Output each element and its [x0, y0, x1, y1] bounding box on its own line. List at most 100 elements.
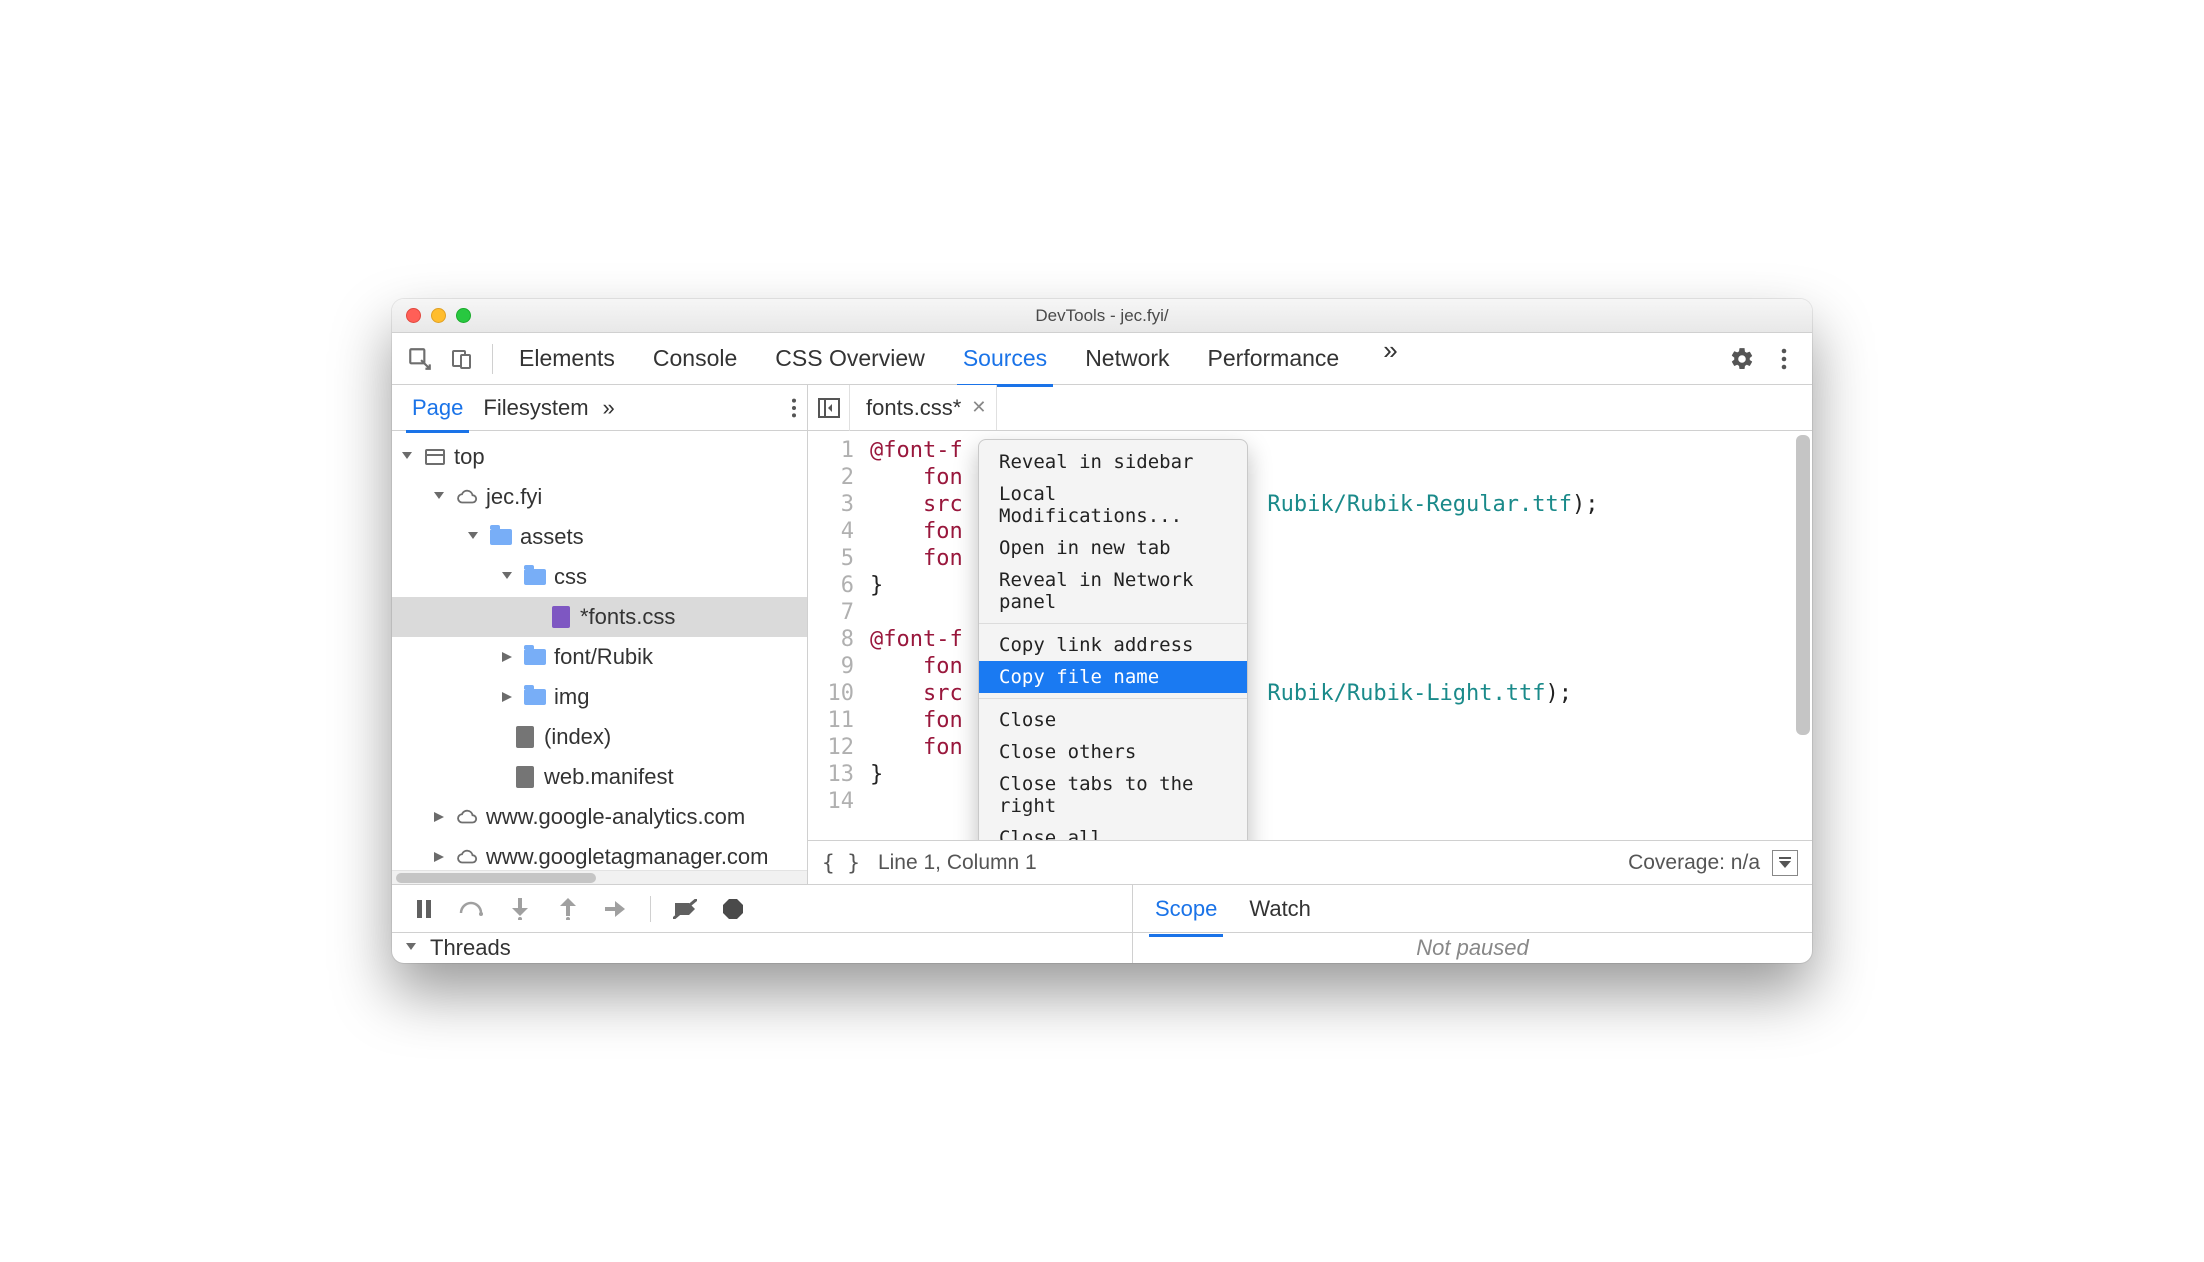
minimize-window-button[interactable]	[431, 308, 446, 323]
navigator-kebab-icon[interactable]	[791, 397, 797, 419]
settings-gear-icon[interactable]	[1724, 341, 1760, 377]
tree-label: www.googletagmanager.com	[486, 844, 769, 870]
dbg-tab-scope[interactable]: Scope	[1153, 890, 1219, 928]
coverage-toggle-button[interactable]	[1772, 850, 1798, 876]
not-paused-label: Not paused	[1416, 935, 1529, 961]
scope-content: Not paused	[1132, 933, 1812, 963]
debugger-toolbar: Scope Watch	[392, 885, 1812, 933]
cloud-icon	[456, 806, 478, 828]
main-toolbar: Elements Console CSS Overview Sources Ne…	[392, 333, 1812, 385]
cloud-icon	[456, 486, 478, 508]
tree-label: jec.fyi	[486, 484, 542, 510]
file-tab-fonts-css[interactable]: fonts.css* ✕	[850, 385, 997, 430]
navigator-sidebar: Page Filesystem » top jec.fyi	[392, 385, 808, 884]
ctx-copy-filename[interactable]: Copy file name	[979, 661, 1247, 693]
toggle-navigator-icon[interactable]	[808, 385, 850, 431]
titlebar: DevTools - jec.fyi/	[392, 299, 1812, 333]
threads-section[interactable]: Threads	[392, 933, 1132, 963]
tree-domain[interactable]: jec.fyi	[392, 477, 807, 517]
tree-label: font/Rubik	[554, 644, 653, 670]
window-title: DevTools - jec.fyi/	[392, 306, 1812, 326]
traffic-lights	[406, 308, 471, 323]
debugger-separator	[650, 896, 651, 922]
tree-index[interactable]: (index)	[392, 717, 807, 757]
line-gutter: 123 456 789 101112 1314	[808, 431, 864, 840]
toolbar-separator	[492, 344, 493, 374]
bottom-row: Threads Not paused	[392, 933, 1812, 963]
tree-label: top	[454, 444, 485, 470]
sources-body: Page Filesystem » top jec.fyi	[392, 385, 1812, 885]
more-menu-kebab-icon[interactable]	[1766, 341, 1802, 377]
tab-console[interactable]: Console	[651, 335, 739, 382]
tree-css[interactable]: css	[392, 557, 807, 597]
navigator-tabs: Page Filesystem »	[392, 385, 807, 431]
coverage-label: Coverage: n/a	[1628, 851, 1760, 875]
close-window-button[interactable]	[406, 308, 421, 323]
editor-status-bar: { } Line 1, Column 1 Coverage: n/a	[808, 840, 1812, 884]
pause-button[interactable]	[410, 895, 438, 923]
ctx-reveal-sidebar[interactable]: Reveal in sidebar	[979, 446, 1247, 478]
ctx-close-right[interactable]: Close tabs to the right	[979, 768, 1247, 822]
tree-img[interactable]: img	[392, 677, 807, 717]
main-tabs: Elements Console CSS Overview Sources Ne…	[517, 335, 1718, 382]
tree-googletagmanager[interactable]: www.googletagmanager.com	[392, 837, 807, 870]
ctx-separator	[979, 623, 1247, 624]
navigator-more-tabs[interactable]: »	[603, 395, 615, 421]
ctx-separator	[979, 698, 1247, 699]
tree-label: www.google-analytics.com	[486, 804, 745, 830]
step-out-button[interactable]	[554, 895, 582, 923]
ctx-copy-link[interactable]: Copy link address	[979, 629, 1247, 661]
pause-on-exceptions-button[interactable]	[719, 895, 747, 923]
tab-performance[interactable]: Performance	[1206, 335, 1342, 382]
ctx-open-new-tab[interactable]: Open in new tab	[979, 532, 1247, 564]
tree-assets[interactable]: assets	[392, 517, 807, 557]
tree-label: *fonts.css	[580, 604, 675, 630]
tree-file-fonts-css[interactable]: *fonts.css	[392, 597, 807, 637]
tree-label: (index)	[544, 724, 611, 750]
tab-css-overview[interactable]: CSS Overview	[773, 335, 927, 382]
cursor-position: Line 1, Column 1	[878, 851, 1037, 875]
tree-label: web.manifest	[544, 764, 674, 790]
tree-font-rubik[interactable]: font/Rubik	[392, 637, 807, 677]
tree-top-frame[interactable]: top	[392, 437, 807, 477]
tab-sources[interactable]: Sources	[961, 335, 1049, 382]
step-over-button[interactable]	[458, 895, 486, 923]
inspect-element-icon[interactable]	[402, 341, 438, 377]
step-into-button[interactable]	[506, 895, 534, 923]
debugger-controls	[392, 885, 1132, 932]
tree-label: img	[554, 684, 589, 710]
tree-label: assets	[520, 524, 584, 550]
tree-manifest[interactable]: web.manifest	[392, 757, 807, 797]
tree-google-analytics[interactable]: www.google-analytics.com	[392, 797, 807, 837]
deactivate-breakpoints-button[interactable]	[671, 895, 699, 923]
ctx-reveal-network[interactable]: Reveal in Network panel	[979, 564, 1247, 618]
cloud-icon	[456, 846, 478, 868]
navigator-tab-filesystem[interactable]: Filesystem	[473, 389, 598, 427]
tab-network[interactable]: Network	[1083, 335, 1171, 382]
ctx-local-modifications[interactable]: Local Modifications...	[979, 478, 1247, 532]
step-button[interactable]	[602, 895, 630, 923]
file-tree: top jec.fyi assets	[392, 431, 807, 870]
ctx-close-others[interactable]: Close others	[979, 736, 1247, 768]
source-editor: fonts.css* ✕ 123 456 789 101112 1314 @fo…	[808, 385, 1812, 884]
editor-tabstrip: fonts.css* ✕	[808, 385, 1812, 431]
devtools-window: DevTools - jec.fyi/ Elements Console CSS…	[392, 299, 1812, 963]
tab-context-menu: Reveal in sidebar Local Modifications...…	[978, 439, 1248, 840]
zoom-window-button[interactable]	[456, 308, 471, 323]
code-area[interactable]: 123 456 789 101112 1314 @font-f fon src …	[808, 431, 1812, 840]
debugger-sidebar-tabs: Scope Watch	[1132, 885, 1812, 932]
tab-elements[interactable]: Elements	[517, 335, 617, 382]
pretty-print-button[interactable]: { }	[822, 851, 860, 875]
threads-label: Threads	[430, 935, 511, 961]
ctx-close-all[interactable]: Close all	[979, 822, 1247, 840]
editor-vertical-scrollbar[interactable]	[1796, 435, 1810, 836]
dbg-tab-watch[interactable]: Watch	[1247, 890, 1313, 928]
sidebar-horizontal-scrollbar[interactable]	[392, 870, 807, 884]
tree-label: css	[554, 564, 587, 590]
ctx-close[interactable]: Close	[979, 704, 1247, 736]
navigator-tab-page[interactable]: Page	[402, 389, 473, 427]
close-tab-icon[interactable]: ✕	[971, 397, 986, 418]
device-toolbar-icon[interactable]	[444, 341, 480, 377]
more-tabs-button[interactable]: »	[1375, 335, 1405, 382]
file-tab-label: fonts.css*	[866, 395, 961, 421]
